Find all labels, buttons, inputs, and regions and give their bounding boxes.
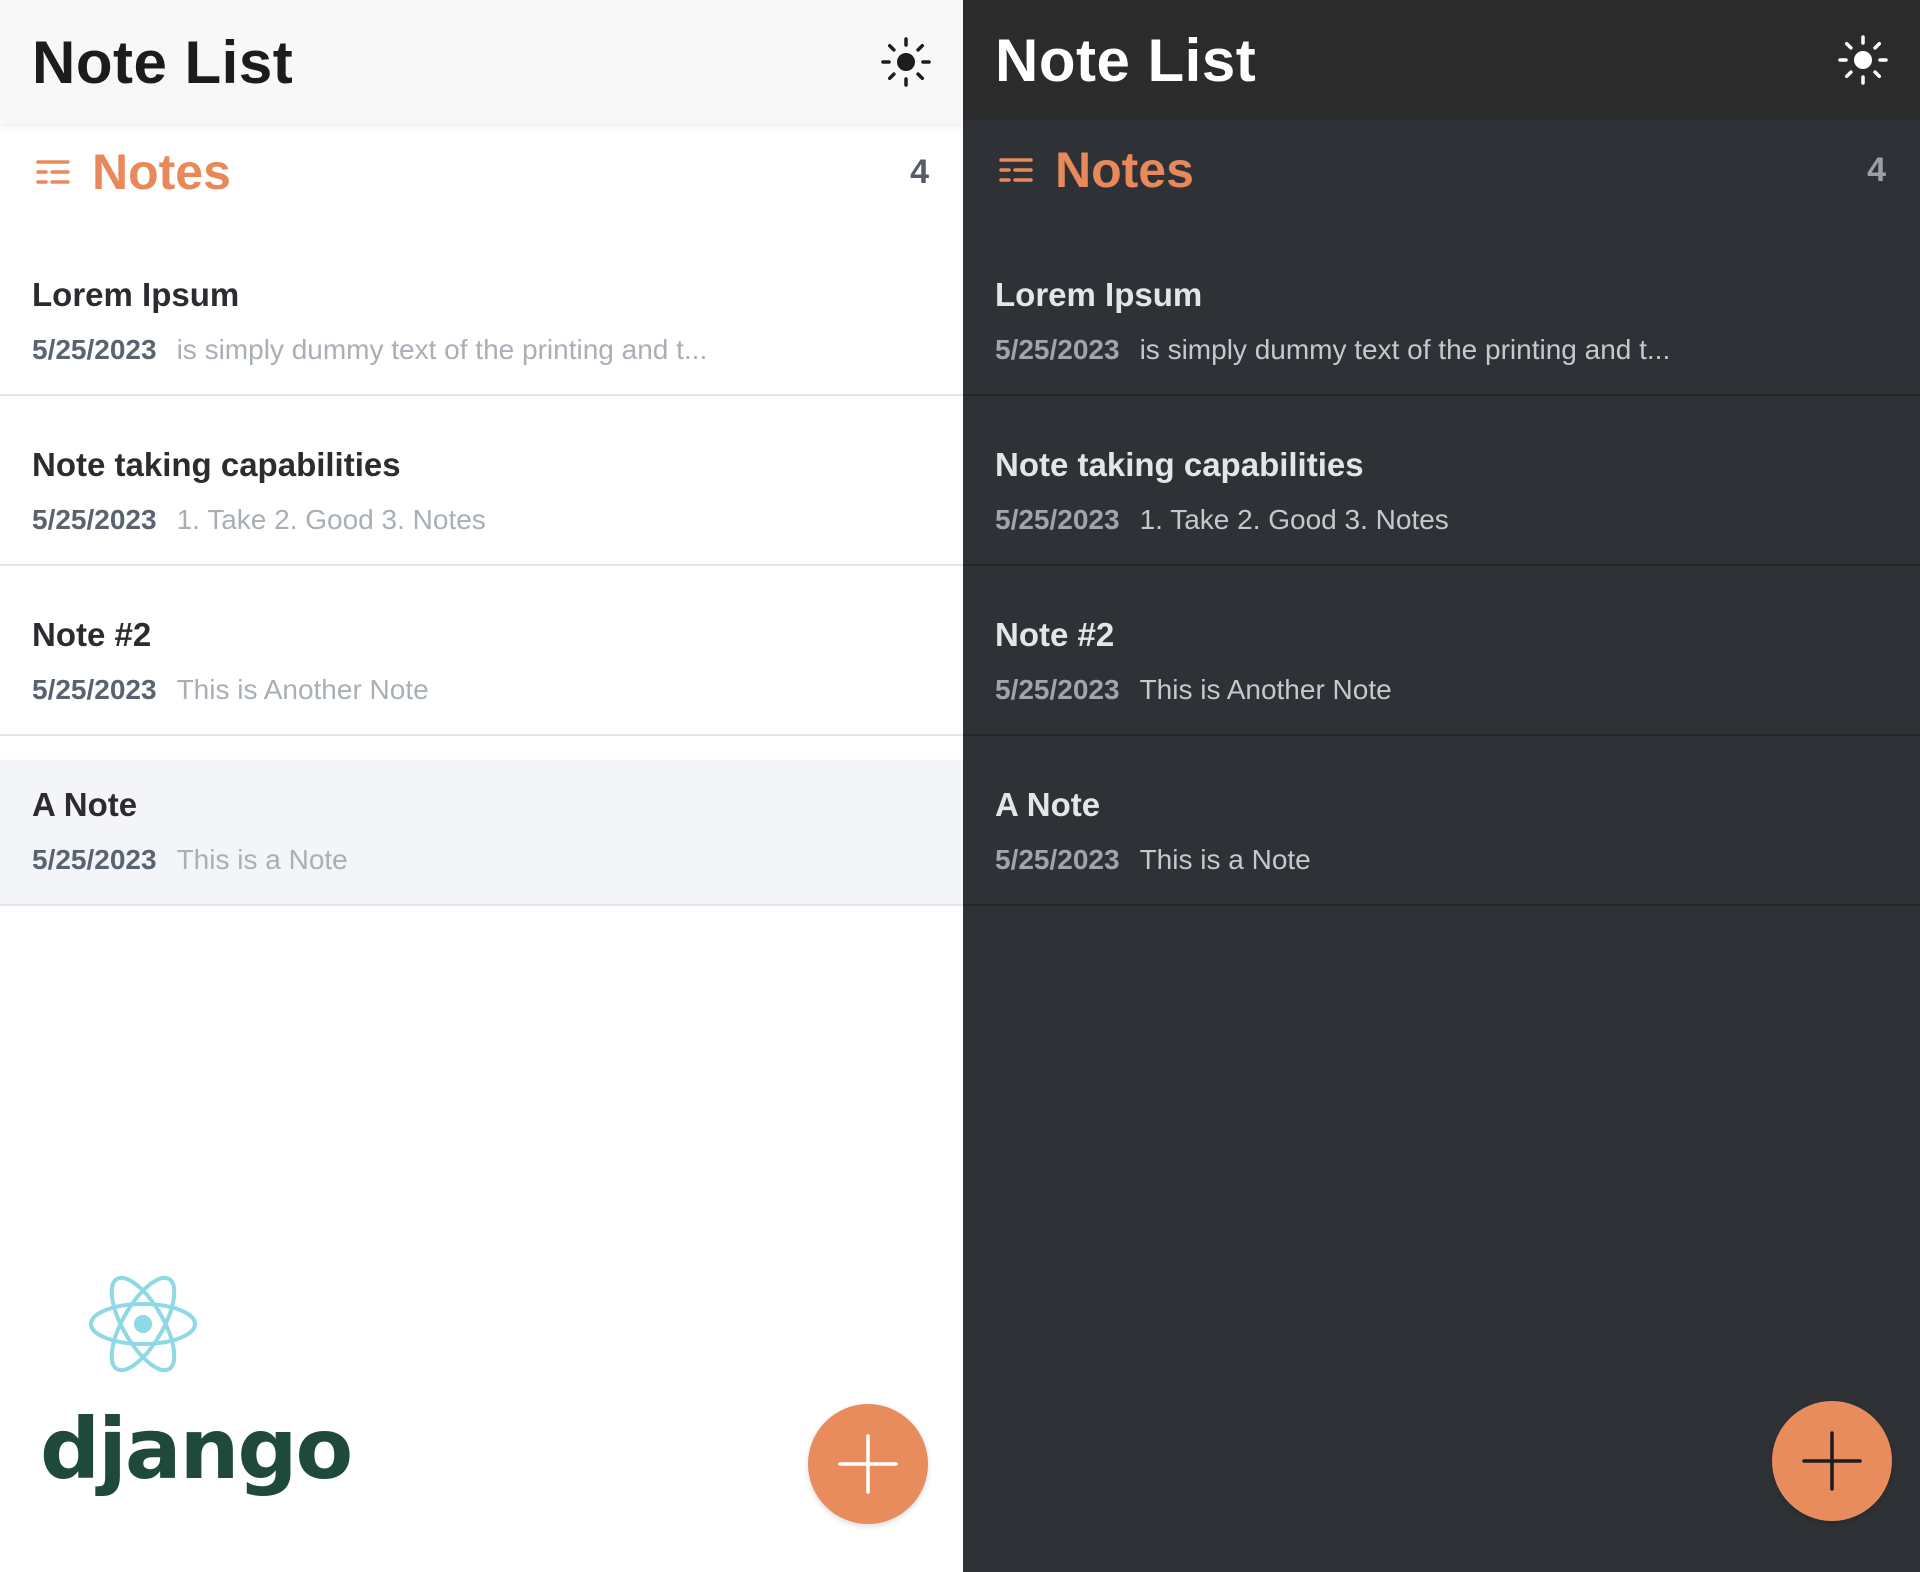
note-list: Lorem Ipsum 5/25/2023 is simply dummy tex… — [0, 226, 963, 906]
notes-header: Notes 4 — [963, 132, 1920, 208]
note-meta: 5/25/2023 This is a Note — [32, 844, 931, 876]
note-item[interactable]: Note taking capabilities 5/25/2023 1. Tak… — [963, 396, 1920, 566]
note-meta: 5/25/2023 This is Another Note — [32, 674, 931, 706]
note-date: 5/25/2023 — [995, 504, 1120, 535]
note-date: 5/25/2023 — [995, 844, 1120, 875]
app-title: Note List — [32, 28, 294, 96]
notes-heading: Notes — [36, 143, 231, 201]
react-logo-icon — [89, 1275, 197, 1373]
note-meta: 5/25/2023 is simply dummy text of the pri… — [995, 334, 1888, 366]
notes-count: 4 — [910, 152, 929, 191]
list-icon — [36, 160, 70, 184]
note-preview: This is a Note — [1139, 844, 1311, 875]
note-item[interactable]: Note #2 5/25/2023 This is Another Note — [0, 566, 963, 736]
note-date: 5/25/2023 — [32, 844, 157, 875]
note-title: Lorem Ipsum — [995, 276, 1203, 313]
note-title: Note taking capabilities — [995, 446, 1364, 483]
sun-icon — [1838, 35, 1888, 85]
note-item[interactable]: Lorem Ipsum 5/25/2023 is simply dummy tex… — [963, 226, 1920, 396]
note-preview: This is Another Note — [176, 674, 429, 705]
django-logo: django — [40, 1400, 353, 1498]
note-title: Note #2 — [995, 616, 1115, 653]
plus-icon — [1802, 1431, 1862, 1491]
note-list: Lorem Ipsum 5/25/2023 is simply dummy tex… — [963, 226, 1920, 906]
note-meta: 5/25/2023 This is a Note — [995, 844, 1888, 876]
note-date: 5/25/2023 — [32, 674, 157, 705]
theme-toggle-button[interactable] — [879, 35, 933, 89]
light-theme-panel: Note List Notes 4 Lorem Ipsum 5/25/2023 … — [0, 0, 963, 1572]
app-header: Note List — [0, 0, 963, 124]
note-meta: 5/25/2023 1. Take 2. Good 3. Notes — [995, 504, 1888, 536]
dark-theme-panel: Note List Notes 4 Lorem Ipsum 5/25/2023 … — [963, 0, 1920, 1572]
note-date: 5/25/2023 — [32, 334, 157, 365]
note-item[interactable]: Note #2 5/25/2023 This is Another Note — [963, 566, 1920, 736]
sun-icon — [881, 37, 931, 87]
note-title: Lorem Ipsum — [32, 276, 240, 313]
note-item-active[interactable]: A Note 5/25/2023 This is a Note — [0, 760, 963, 906]
plus-icon — [838, 1434, 898, 1494]
theme-toggle-button[interactable] — [1836, 33, 1890, 87]
note-date: 5/25/2023 — [995, 674, 1120, 705]
notes-title: Notes — [1055, 142, 1194, 198]
note-preview: 1. Take 2. Good 3. Notes — [176, 504, 486, 535]
list-icon — [999, 158, 1033, 182]
notes-heading: Notes — [999, 141, 1194, 199]
note-title: A Note — [995, 786, 1101, 823]
add-note-button[interactable] — [808, 1404, 928, 1524]
note-preview: is simply dummy text of the printing and… — [176, 334, 708, 365]
note-date: 5/25/2023 — [995, 334, 1120, 365]
note-title: Note taking capabilities — [32, 446, 401, 483]
note-preview: 1. Take 2. Good 3. Notes — [1139, 504, 1449, 535]
note-item[interactable]: Note taking capabilities 5/25/2023 1. Tak… — [0, 396, 963, 566]
notes-count: 4 — [1867, 150, 1886, 189]
note-title: Note #2 — [32, 616, 152, 653]
note-preview: This is a Note — [176, 844, 348, 875]
add-note-button[interactable] — [1772, 1401, 1892, 1521]
note-item[interactable]: Lorem Ipsum 5/25/2023 is simply dummy tex… — [0, 226, 963, 396]
note-meta: 5/25/2023 is simply dummy text of the pri… — [32, 334, 931, 366]
note-item[interactable]: A Note 5/25/2023 This is a Note — [963, 736, 1920, 906]
note-date: 5/25/2023 — [32, 504, 157, 535]
note-meta: 5/25/2023 This is Another Note — [995, 674, 1888, 706]
note-title: A Note — [32, 786, 138, 823]
note-meta: 5/25/2023 1. Take 2. Good 3. Notes — [32, 504, 931, 536]
notes-header: Notes 4 — [0, 134, 963, 210]
note-preview: is simply dummy text of the printing and… — [1139, 334, 1671, 365]
note-preview: This is Another Note — [1139, 674, 1392, 705]
notes-title: Notes — [92, 144, 231, 200]
app-header: Note List — [963, 0, 1920, 120]
app-title: Note List — [995, 26, 1257, 94]
